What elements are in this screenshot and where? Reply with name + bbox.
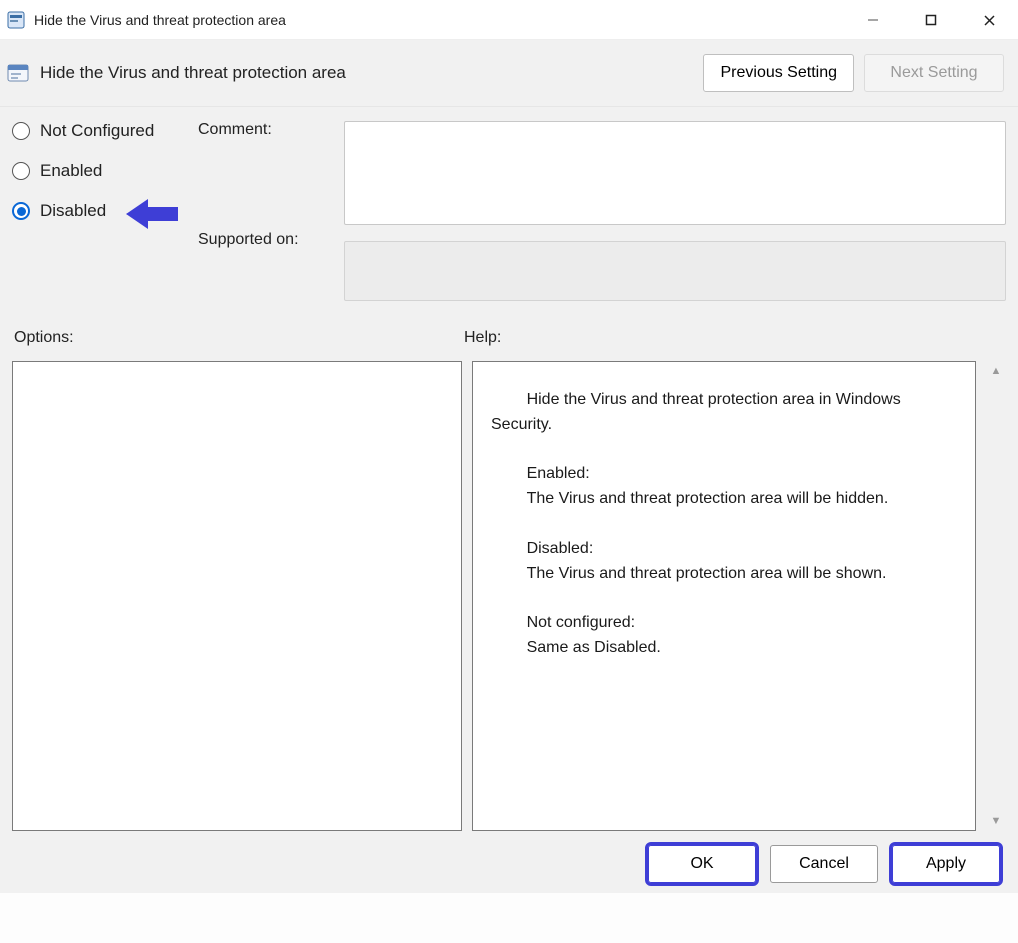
dialog-footer: OK Cancel Apply xyxy=(12,845,1006,883)
ok-button[interactable]: OK xyxy=(648,845,756,883)
supported-on-textbox xyxy=(344,241,1006,301)
radio-label: Disabled xyxy=(40,201,106,221)
close-button[interactable] xyxy=(960,0,1018,40)
radio-not-configured[interactable]: Not Configured xyxy=(12,121,192,141)
help-panel: Hide the Virus and threat protection are… xyxy=(472,361,976,831)
radio-icon xyxy=(12,122,30,140)
radio-label: Not Configured xyxy=(40,121,154,141)
minimize-button[interactable] xyxy=(844,0,902,40)
help-scrollbar[interactable]: ▲▼ xyxy=(986,361,1006,831)
radio-enabled[interactable]: Enabled xyxy=(12,161,192,181)
supported-on-label: Supported on: xyxy=(198,231,338,249)
radio-icon xyxy=(12,202,30,220)
previous-setting-button[interactable]: Previous Setting xyxy=(703,54,854,92)
comment-label: Comment: xyxy=(198,121,338,139)
help-section-label: Help: xyxy=(464,329,1004,347)
content-area: Not Configured Enabled Disabled Comment:… xyxy=(0,107,1018,893)
radio-icon xyxy=(12,162,30,180)
titlebar: Hide the Virus and threat protection are… xyxy=(0,0,1018,40)
policy-title: Hide the Virus and threat protection are… xyxy=(40,63,346,83)
policy-icon xyxy=(6,61,30,85)
comment-textarea[interactable] xyxy=(344,121,1006,225)
arrow-callout-icon xyxy=(126,197,178,235)
cancel-button[interactable]: Cancel xyxy=(770,845,878,883)
policy-app-icon xyxy=(6,10,26,30)
options-section-label: Options: xyxy=(14,329,464,347)
apply-button[interactable]: Apply xyxy=(892,845,1000,883)
options-panel xyxy=(12,361,462,831)
next-setting-button: Next Setting xyxy=(864,54,1004,92)
policy-header: Hide the Virus and threat protection are… xyxy=(0,40,1018,107)
maximize-button[interactable] xyxy=(902,0,960,40)
window-title: Hide the Virus and threat protection are… xyxy=(34,12,286,28)
radio-label: Enabled xyxy=(40,161,102,181)
